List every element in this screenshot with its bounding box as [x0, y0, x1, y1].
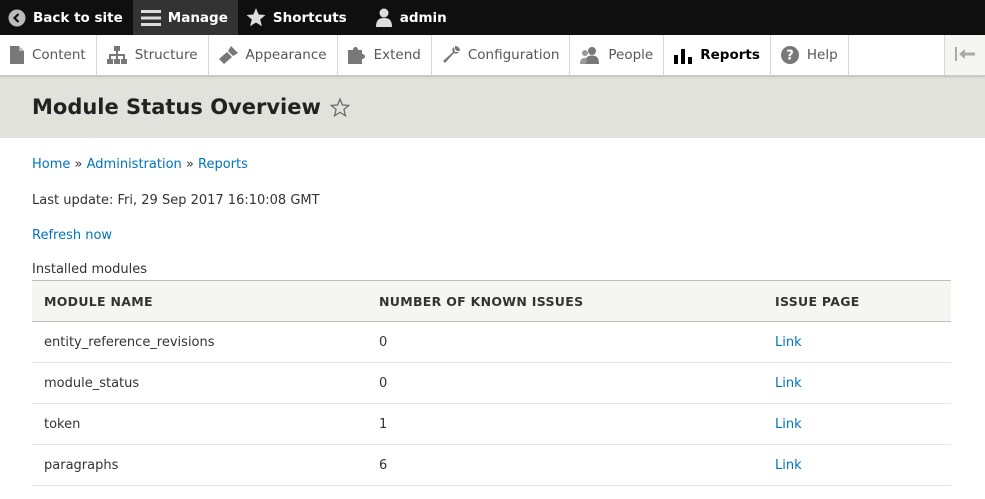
tray-label: Structure — [134, 47, 198, 63]
back-to-site-link[interactable]: Back to site — [0, 0, 133, 35]
last-update-text: Last update: Fri, 29 Sep 2017 16:10:08 G… — [32, 193, 320, 208]
puzzle-icon — [347, 46, 366, 64]
tray-label: Help — [806, 47, 838, 63]
sitemap-icon — [106, 46, 127, 64]
breadcrumb: Home » Administration » Reports — [32, 157, 951, 172]
column-header-issue-page: ISSUE PAGE — [763, 280, 951, 322]
module-name-cell: token — [32, 403, 367, 445]
column-header-module-name: MODULE NAME — [32, 280, 367, 322]
add-shortcut-star-icon[interactable] — [329, 97, 350, 117]
tray-item-structure[interactable]: Structure — [97, 35, 209, 75]
tray-item-extend[interactable]: Extend — [338, 35, 432, 75]
table-row: token 1 Link — [32, 403, 951, 445]
tray-orientation-toggle[interactable] — [944, 35, 985, 75]
module-name-cell: module_status — [32, 362, 367, 404]
breadcrumb-separator: » — [74, 157, 83, 172]
shortcuts-label: Shortcuts — [272, 9, 347, 26]
manage-tab[interactable]: Manage — [132, 0, 238, 35]
admin-tray: Content Structure Appearance Extend Conf… — [0, 35, 985, 76]
table-row: paragraphs 6 Link — [32, 444, 951, 486]
star-icon — [246, 8, 266, 27]
page-header: Module Status Overview — [0, 76, 985, 138]
admin-toolbar: Back to site Manage Shortcuts admin — [0, 0, 985, 35]
manage-label: Manage — [167, 9, 228, 26]
tray-label: Reports — [700, 47, 760, 63]
table-header-row: MODULE NAME NUMBER OF KNOWN ISSUES ISSUE… — [32, 280, 951, 322]
tray-item-configuration[interactable]: Configuration — [432, 35, 571, 75]
user-tab[interactable]: admin — [357, 0, 457, 35]
module-name-cell: entity_reference_revisions — [32, 321, 367, 363]
table-caption: Installed modules — [32, 262, 148, 277]
tray-item-appearance[interactable]: Appearance — [209, 35, 338, 75]
help-icon: ? — [780, 46, 799, 64]
tray-label: Configuration — [467, 47, 560, 63]
user-icon — [375, 8, 393, 27]
hamburger-icon — [140, 9, 161, 27]
tray-item-people[interactable]: People — [570, 35, 665, 75]
bar-chart-icon — [674, 46, 693, 64]
column-header-known-issues: NUMBER OF KNOWN ISSUES — [367, 280, 763, 322]
table-row: entity_reference_revisions 0 Link — [32, 321, 951, 363]
back-to-site-label: Back to site — [33, 9, 123, 26]
issue-count-cell: 1 — [367, 403, 763, 445]
issue-page-link[interactable]: Link — [775, 417, 802, 432]
tray-label: People — [608, 47, 654, 63]
table-row: module_status 0 Link — [32, 362, 951, 404]
svg-text:?: ? — [786, 49, 794, 64]
tray-item-reports[interactable]: Reports — [664, 35, 771, 75]
breadcrumb-administration[interactable]: Administration — [87, 157, 182, 172]
issue-page-link[interactable]: Link — [775, 335, 802, 350]
issue-count-cell: 0 — [367, 362, 763, 404]
brush-icon — [218, 46, 238, 64]
issue-count-cell: 0 — [367, 321, 763, 363]
people-icon — [580, 46, 600, 64]
module-name-cell: paragraphs — [32, 444, 367, 486]
tray-label: Appearance — [245, 47, 327, 63]
file-icon — [10, 46, 24, 64]
issue-count-cell: 6 — [367, 444, 763, 486]
user-label: admin — [399, 9, 447, 26]
collapse-left-icon — [955, 46, 975, 65]
tray-item-content[interactable]: Content — [0, 35, 97, 75]
tray-label: Extend — [373, 47, 421, 63]
refresh-now-link[interactable]: Refresh now — [32, 228, 112, 243]
breadcrumb-home[interactable]: Home — [32, 157, 70, 172]
modules-table: MODULE NAME NUMBER OF KNOWN ISSUES ISSUE… — [32, 280, 951, 486]
shortcuts-tab[interactable]: Shortcuts — [238, 0, 357, 35]
chevron-left-circle-icon — [8, 9, 26, 27]
issue-page-link[interactable]: Link — [775, 458, 802, 473]
breadcrumb-separator: » — [185, 157, 194, 172]
issue-page-link[interactable]: Link — [775, 376, 802, 391]
page-title: Module Status Overview — [32, 95, 321, 119]
wrench-icon — [442, 46, 460, 64]
tray-item-help[interactable]: ? Help — [771, 35, 849, 75]
main-content: Home » Administration » Reports Last upd… — [0, 157, 985, 486]
tray-label: Content — [32, 47, 86, 63]
breadcrumb-reports[interactable]: Reports — [198, 157, 248, 172]
